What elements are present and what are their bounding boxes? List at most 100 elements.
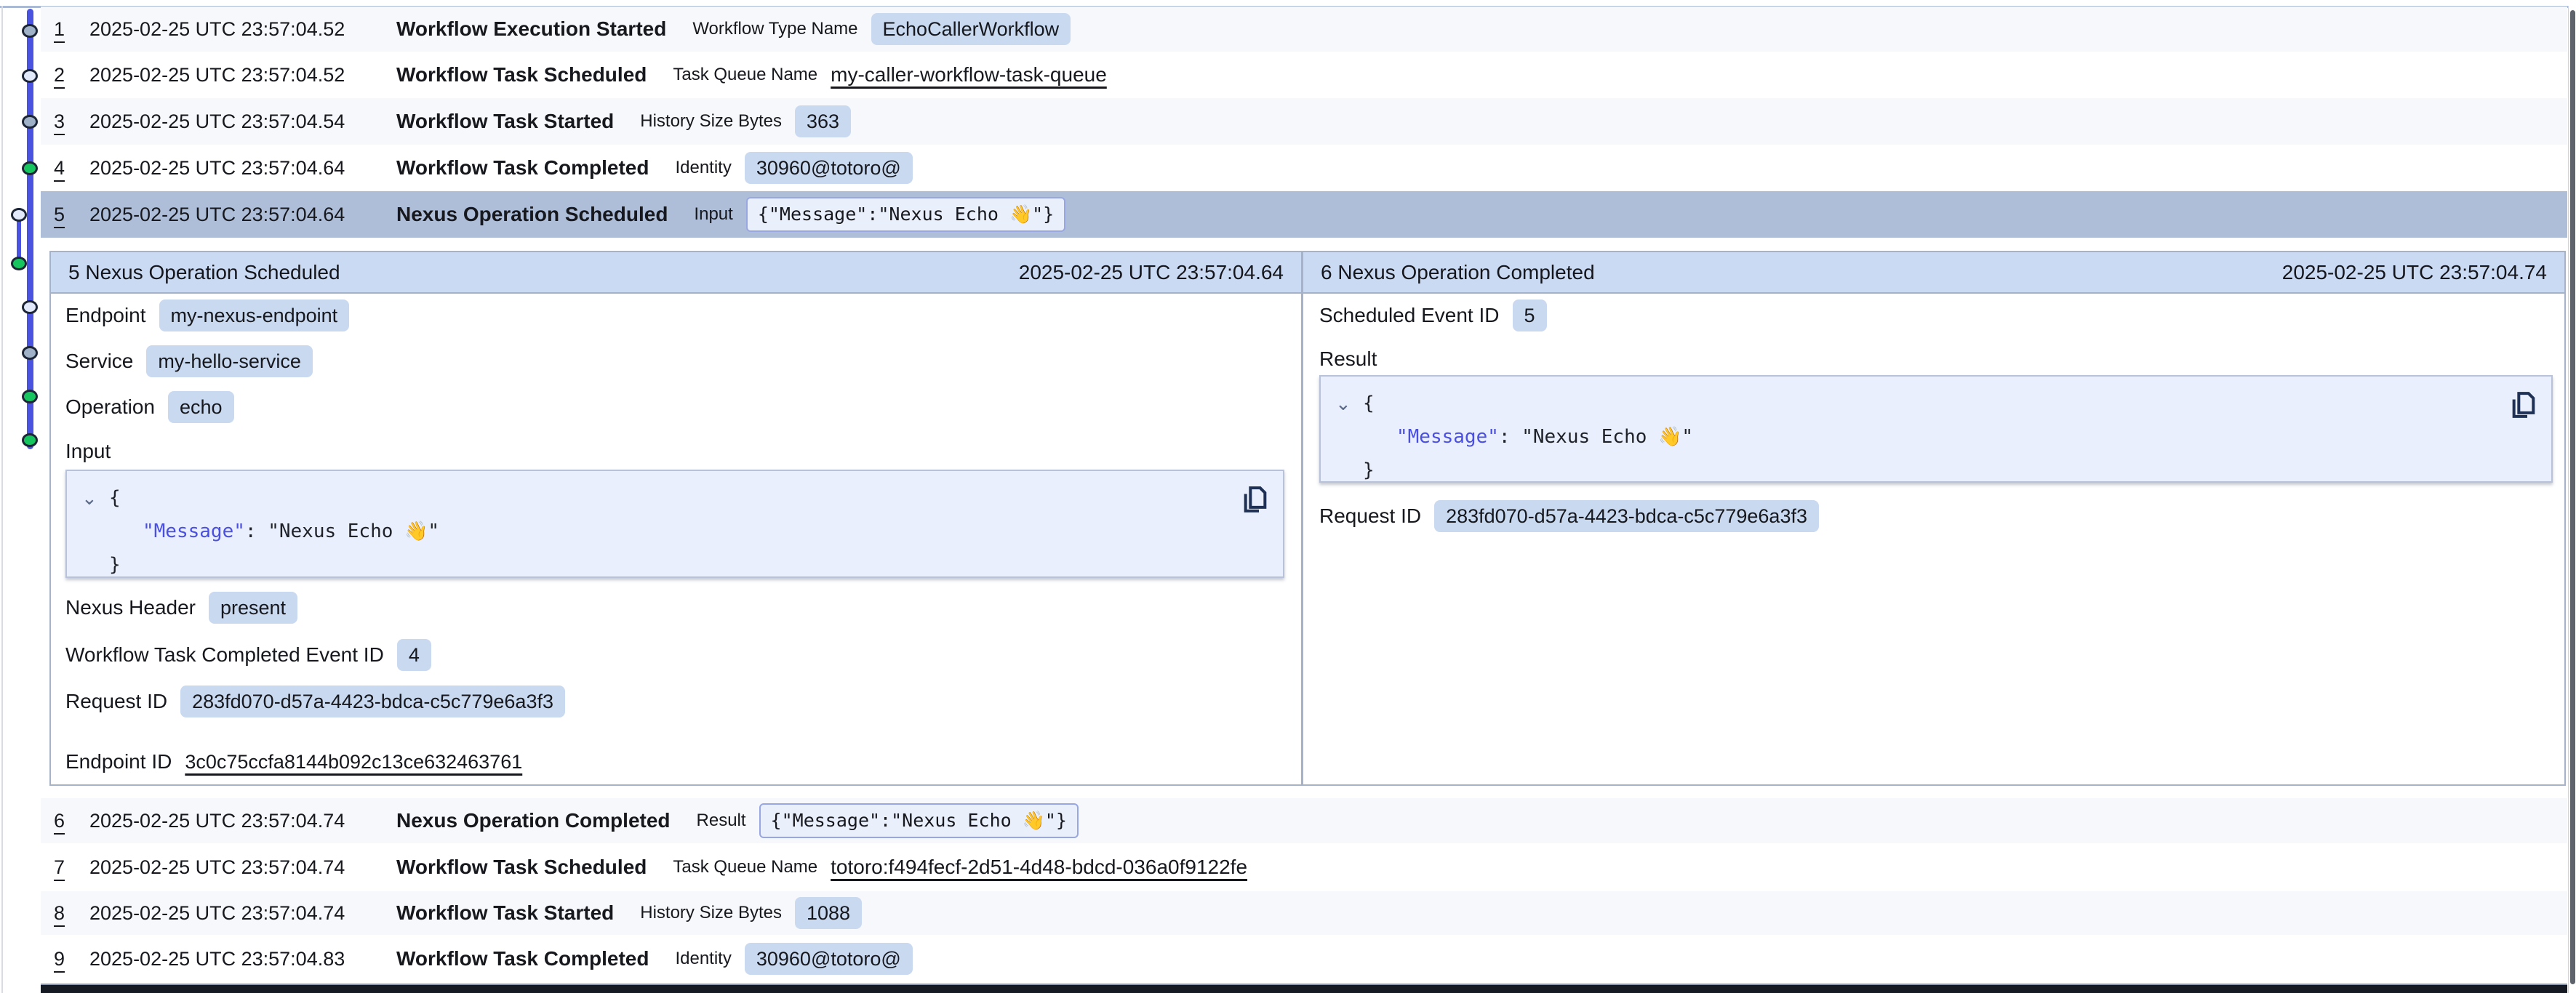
- field-endpoint-id: Endpoint ID 3c0c75ccfa8144b092c13ce63246…: [65, 746, 522, 778]
- timeline-dot-event-6: [11, 257, 27, 270]
- panel-header-nexus-completed[interactable]: 6 Nexus Operation Completed 2025-02-25 U…: [1303, 252, 2564, 294]
- event-id-link[interactable]: 2: [54, 64, 89, 87]
- event-timestamp: 2025-02-25 UTC 23:57:04.52: [89, 18, 396, 41]
- left-border: [1, 6, 3, 993]
- event-row-3[interactable]: 3 2025-02-25 UTC 23:57:04.54 Workflow Ta…: [41, 98, 2567, 145]
- panel-header-nexus-scheduled[interactable]: 5 Nexus Operation Scheduled 2025-02-25 U…: [51, 252, 1301, 294]
- timeline-dot-event-3: [22, 115, 38, 129]
- event-attr-label: Result: [697, 811, 746, 831]
- timeline-branch-connector: [17, 217, 21, 262]
- event-attr-label: Input: [694, 204, 732, 225]
- field-value-chip: 283fd070-d57a-4423-bdca-c5c779e6a3f3: [180, 686, 565, 717]
- field-result-label: Result: [1319, 343, 1377, 375]
- event-row-2[interactable]: 2 2025-02-25 UTC 23:57:04.52 Workflow Ta…: [41, 52, 2567, 98]
- event-id-link[interactable]: 8: [54, 902, 89, 925]
- field-value-chip: my-nexus-endpoint: [159, 299, 350, 331]
- event-timestamp: 2025-02-25 UTC 23:57:04.54: [89, 110, 396, 133]
- event-name: Workflow Task Started: [396, 110, 614, 133]
- event-id-link[interactable]: 5: [54, 204, 89, 226]
- event-timestamp: 2025-02-25 UTC 23:57:04.52: [89, 64, 396, 87]
- field-nexus-header: Nexus Header present: [65, 592, 297, 624]
- collapse-chevron-icon[interactable]: ⌄: [81, 487, 97, 510]
- event-attr-chip: 30960@totoro@: [745, 152, 913, 184]
- event-id-link[interactable]: 6: [54, 810, 89, 832]
- event-name: Workflow Task Completed: [396, 156, 649, 180]
- timeline-dot-event-9: [22, 390, 38, 403]
- endpoint-id-link[interactable]: 3c0c75ccfa8144b092c13ce632463761: [185, 751, 522, 773]
- event-attr-label: Task Queue Name: [673, 65, 817, 85]
- event-attr-json-chip: {"Message":"Nexus Echo 👋"}: [746, 197, 1065, 232]
- field-label: Workflow Task Completed Event ID: [65, 643, 384, 667]
- event-attr-chip: 1088: [795, 897, 862, 929]
- timeline-dot-event-10: [22, 433, 38, 447]
- event-row-7[interactable]: 7 2025-02-25 UTC 23:57:04.74 Workflow Ta…: [41, 843, 2567, 891]
- field-scheduled-event-id: Scheduled Event ID 5: [1319, 299, 1547, 331]
- panel-divider: [1301, 251, 1303, 786]
- event-attr-chip: 30960@totoro@: [745, 943, 913, 975]
- event-attr-label: Identity: [675, 949, 731, 969]
- event-row-4[interactable]: 4 2025-02-25 UTC 23:57:04.64 Workflow Ta…: [41, 145, 2567, 191]
- event-timestamp: 2025-02-25 UTC 23:57:04.64: [89, 204, 396, 226]
- event-id-link[interactable]: 3: [54, 110, 89, 133]
- panel-timestamp: 2025-02-25 UTC 23:57:04.64: [1019, 261, 1284, 284]
- event-timestamp: 2025-02-25 UTC 23:57:04.74: [89, 902, 396, 925]
- result-json-viewer: ⌄ { "Message": "Nexus Echo 👋" }: [1319, 375, 2553, 483]
- field-label: Request ID: [65, 690, 167, 713]
- field-label: Service: [65, 350, 133, 373]
- event-attr-json-chip: {"Message":"Nexus Echo 👋"}: [759, 803, 1079, 838]
- event-name: Workflow Task Started: [396, 901, 614, 925]
- field-label: Input: [65, 440, 111, 463]
- field-request-id: Request ID 283fd070-d57a-4423-bdca-c5c77…: [65, 686, 565, 717]
- event-row-5-selected[interactable]: 5 2025-02-25 UTC 23:57:04.64 Nexus Opera…: [41, 191, 2567, 238]
- field-service: Service my-hello-service: [65, 345, 313, 377]
- event-attr-label: Identity: [675, 158, 731, 178]
- event-timestamp: 2025-02-25 UTC 23:57:04.64: [89, 157, 396, 180]
- event-id-link[interactable]: 1: [54, 18, 89, 41]
- json-payload: { "Message": "Nexus Echo 👋" }: [1363, 387, 1693, 487]
- field-label: Operation: [65, 395, 155, 419]
- workflow-event-history: 1 2025-02-25 UTC 23:57:04.52 Workflow Ex…: [0, 0, 2576, 993]
- field-label: Request ID: [1319, 504, 1421, 528]
- field-input-label: Input: [65, 435, 111, 467]
- event-row-6[interactable]: 6 2025-02-25 UTC 23:57:04.74 Nexus Opera…: [41, 798, 2567, 843]
- copy-icon[interactable]: [2509, 388, 2538, 422]
- field-label: Scheduled Event ID: [1319, 304, 1500, 327]
- task-queue-link[interactable]: my-caller-workflow-task-queue: [831, 63, 1107, 87]
- event-row-8[interactable]: 8 2025-02-25 UTC 23:57:04.74 Workflow Ta…: [41, 891, 2567, 935]
- field-label: Nexus Header: [65, 596, 196, 619]
- field-label: Endpoint: [65, 304, 146, 327]
- collapse-chevron-icon[interactable]: ⌄: [1335, 393, 1351, 415]
- timeline-dot-event-5: [11, 208, 27, 222]
- event-id-link[interactable]: 9: [54, 948, 89, 970]
- event-timestamp: 2025-02-25 UTC 23:57:04.74: [89, 810, 396, 832]
- event-name: Workflow Task Scheduled: [396, 63, 647, 87]
- field-value-chip: present: [209, 592, 297, 624]
- field-label: Result: [1319, 347, 1377, 371]
- task-queue-link[interactable]: totoro:f494fecf-2d51-4d48-bdcd-036a0f912…: [831, 856, 1247, 879]
- event-attr-label: History Size Bytes: [640, 111, 782, 132]
- field-label: Endpoint ID: [65, 750, 172, 773]
- event-id-link[interactable]: 7: [54, 856, 89, 879]
- copy-icon[interactable]: [1241, 483, 1270, 516]
- field-value-chip: 5: [1513, 299, 1547, 331]
- event-timestamp: 2025-02-25 UTC 23:57:04.74: [89, 856, 396, 879]
- scrollbar-thumb[interactable]: [2570, 10, 2575, 984]
- event-timestamp: 2025-02-25 UTC 23:57:04.83: [89, 948, 396, 970]
- event-name: Workflow Execution Started: [396, 17, 666, 41]
- input-json-viewer: ⌄ { "Message": "Nexus Echo 👋" }: [65, 470, 1284, 578]
- next-row-cutoff-bar: [41, 984, 2567, 993]
- field-endpoint: Endpoint my-nexus-endpoint: [65, 299, 349, 331]
- field-value-chip: 4: [397, 639, 431, 671]
- timeline-dot-event-2: [22, 69, 38, 83]
- event-name: Workflow Task Completed: [396, 947, 649, 970]
- event-attr-chip: 363: [795, 105, 851, 137]
- scrollbar-track[interactable]: [2568, 6, 2569, 993]
- event-name: Nexus Operation Scheduled: [396, 203, 668, 226]
- timeline-dot-event-8: [22, 346, 38, 360]
- panel-title: 6 Nexus Operation Completed: [1321, 261, 1595, 284]
- event-id-link[interactable]: 4: [54, 157, 89, 180]
- event-attr-chip: EchoCallerWorkflow: [871, 13, 1071, 45]
- event-row-9[interactable]: 9 2025-02-25 UTC 23:57:04.83 Workflow Ta…: [41, 935, 2567, 983]
- event-row-1[interactable]: 1 2025-02-25 UTC 23:57:04.52 Workflow Ex…: [41, 7, 2567, 52]
- event-name: Nexus Operation Completed: [396, 809, 671, 832]
